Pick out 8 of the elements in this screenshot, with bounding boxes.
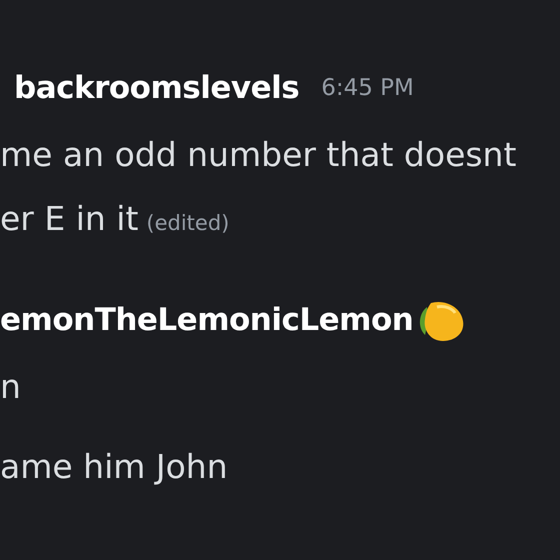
message-text: n — [0, 366, 21, 408]
edited-label: (edited) — [146, 210, 230, 237]
username[interactable]: backroomslevels — [14, 64, 300, 112]
message-text: ame him John — [0, 446, 228, 488]
message-text: er E in it — [0, 198, 138, 240]
message-text: me an odd number that doesnt — [0, 134, 516, 176]
timestamp: 6:45 PM — [321, 74, 414, 103]
username[interactable]: emonTheLemonicLemon — [0, 296, 414, 344]
